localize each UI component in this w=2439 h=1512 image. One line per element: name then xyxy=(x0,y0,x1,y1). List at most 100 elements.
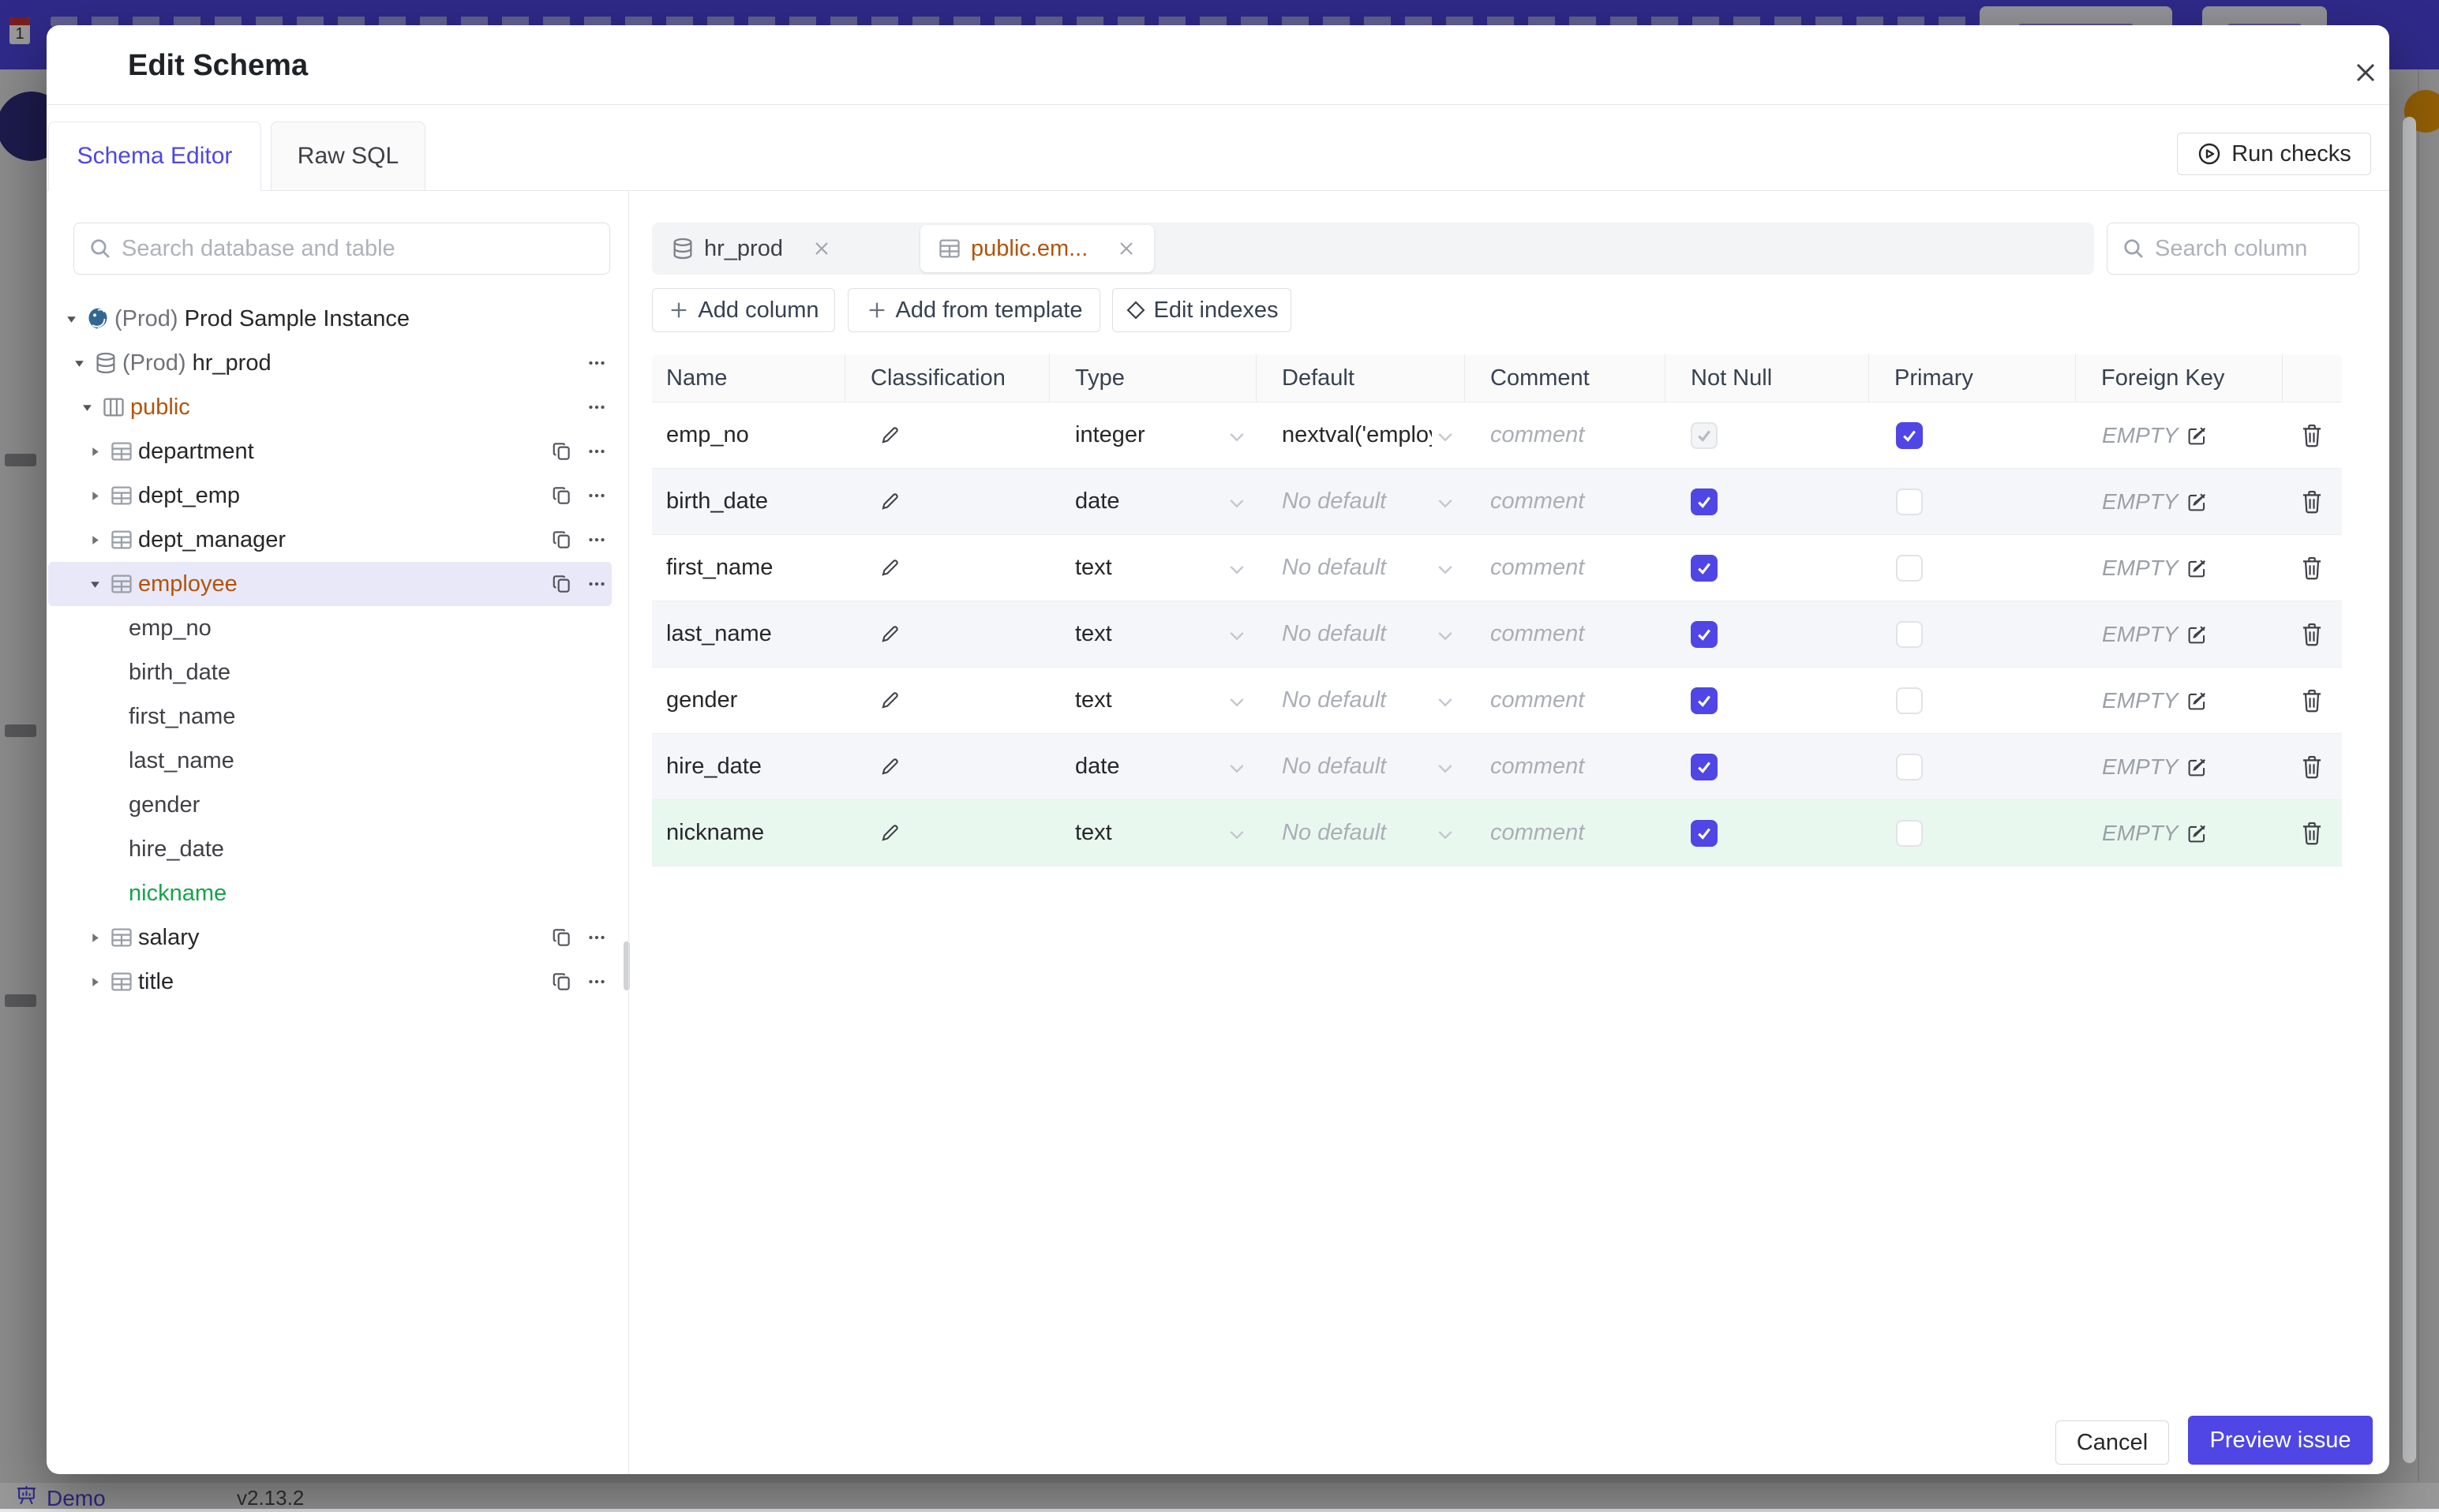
tree-item-hr_prod[interactable]: (Prod) hr_prod xyxy=(47,341,628,385)
delete-row-icon[interactable] xyxy=(2300,821,2324,846)
classification-edit-icon[interactable] xyxy=(878,821,901,845)
primary-checkbox[interactable] xyxy=(1896,555,1923,582)
tree-item-Prod Sample Instance[interactable]: (Prod) Prod Sample Instance xyxy=(47,297,628,341)
comment-field[interactable]: comment xyxy=(1465,601,1665,667)
close-icon[interactable] xyxy=(2348,55,2383,90)
more-actions-icon[interactable] xyxy=(586,396,608,418)
tree-item-title[interactable]: title xyxy=(47,960,628,1004)
tree-item-dept_emp[interactable]: dept_emp xyxy=(47,473,628,518)
not-null-checkbox[interactable] xyxy=(1691,488,1718,515)
cancel-button[interactable]: Cancel xyxy=(2055,1420,2169,1465)
type-select[interactable]: text xyxy=(1050,668,1257,733)
add-from-template-button[interactable]: Add from template xyxy=(848,288,1100,332)
comment-field[interactable]: comment xyxy=(1465,535,1665,601)
primary-checkbox[interactable] xyxy=(1896,422,1923,449)
classification-edit-icon[interactable] xyxy=(878,490,901,514)
tree-search-input[interactable] xyxy=(122,236,609,262)
comment-field[interactable]: comment xyxy=(1465,469,1665,534)
caret-down-icon[interactable] xyxy=(66,313,86,325)
classification-edit-icon[interactable] xyxy=(878,424,901,447)
add-column-button[interactable]: Add column xyxy=(652,288,835,332)
edit-foreign-key-icon[interactable] xyxy=(2186,490,2209,514)
caret-right-icon[interactable] xyxy=(89,932,110,944)
comment-field[interactable]: comment xyxy=(1465,734,1665,799)
caret-right-icon[interactable] xyxy=(89,534,110,546)
tree-item-birth_date[interactable]: birth_date xyxy=(47,650,628,694)
delete-row-icon[interactable] xyxy=(2300,423,2324,448)
preview-issue-button[interactable]: Preview issue xyxy=(2188,1416,2373,1465)
tree-item-employee[interactable]: employee xyxy=(47,562,628,606)
not-null-checkbox[interactable] xyxy=(1691,621,1718,648)
tree-item-public[interactable]: public xyxy=(47,385,628,429)
tree-item-dept_manager[interactable]: dept_manager xyxy=(47,518,628,562)
column-search-input[interactable] xyxy=(2155,236,2358,262)
primary-checkbox[interactable] xyxy=(1896,621,1923,648)
run-checks-button[interactable]: Run checks xyxy=(2177,133,2371,175)
not-null-checkbox[interactable] xyxy=(1691,422,1718,449)
caret-down-icon[interactable] xyxy=(73,357,94,369)
tab-raw-sql[interactable]: Raw SQL xyxy=(271,122,425,191)
tree-item-department[interactable]: department xyxy=(47,429,628,473)
tree-item-salary[interactable]: salary xyxy=(47,915,628,960)
tree-item-last_name[interactable]: last_name xyxy=(47,739,628,783)
copy-icon[interactable] xyxy=(551,971,573,993)
edit-foreign-key-icon[interactable] xyxy=(2186,556,2209,580)
copy-icon[interactable] xyxy=(551,440,573,462)
type-select[interactable]: date xyxy=(1050,469,1257,534)
default-select[interactable]: No default xyxy=(1257,800,1465,866)
copy-icon[interactable] xyxy=(551,485,573,507)
classification-edit-icon[interactable] xyxy=(878,689,901,713)
tree-item-gender[interactable]: gender xyxy=(47,783,628,827)
comment-field[interactable]: comment xyxy=(1465,668,1665,733)
caret-down-icon[interactable] xyxy=(89,578,110,590)
caret-down-icon[interactable] xyxy=(81,402,102,414)
not-null-checkbox[interactable] xyxy=(1691,754,1718,780)
tree-item-first_name[interactable]: first_name xyxy=(47,694,628,739)
caret-right-icon[interactable] xyxy=(89,446,110,458)
more-actions-icon[interactable] xyxy=(586,971,608,993)
more-actions-icon[interactable] xyxy=(586,440,608,462)
tree-item-nickname[interactable]: nickname xyxy=(47,871,628,915)
not-null-checkbox[interactable] xyxy=(1691,555,1718,582)
copy-icon[interactable] xyxy=(551,926,573,949)
tree-item-hire_date[interactable]: hire_date xyxy=(47,827,628,871)
edit-foreign-key-icon[interactable] xyxy=(2186,755,2209,779)
primary-checkbox[interactable] xyxy=(1896,488,1923,515)
not-null-checkbox[interactable] xyxy=(1691,687,1718,714)
close-tab-icon[interactable] xyxy=(1116,238,1137,259)
tab-hr-prod[interactable]: hr_prod xyxy=(652,236,832,262)
type-select[interactable]: text xyxy=(1050,535,1257,601)
default-select[interactable]: No default xyxy=(1257,734,1465,799)
type-select[interactable]: text xyxy=(1050,800,1257,866)
primary-checkbox[interactable] xyxy=(1896,687,1923,714)
tree-item-emp_no[interactable]: emp_no xyxy=(47,606,628,650)
comment-field[interactable]: comment xyxy=(1465,402,1665,468)
delete-row-icon[interactable] xyxy=(2300,688,2324,713)
edit-foreign-key-icon[interactable] xyxy=(2186,424,2209,447)
edit-foreign-key-icon[interactable] xyxy=(2186,689,2209,713)
more-actions-icon[interactable] xyxy=(586,573,608,595)
classification-edit-icon[interactable] xyxy=(878,556,901,580)
more-actions-icon[interactable] xyxy=(586,529,608,551)
more-actions-icon[interactable] xyxy=(586,926,608,949)
classification-edit-icon[interactable] xyxy=(878,623,901,646)
edit-foreign-key-icon[interactable] xyxy=(2186,623,2209,646)
tab-schema-editor[interactable]: Schema Editor xyxy=(48,122,261,191)
delete-row-icon[interactable] xyxy=(2300,489,2324,515)
type-select[interactable]: text xyxy=(1050,601,1257,667)
delete-row-icon[interactable] xyxy=(2300,556,2324,581)
copy-icon[interactable] xyxy=(551,529,573,551)
delete-row-icon[interactable] xyxy=(2300,622,2324,647)
comment-field[interactable]: comment xyxy=(1465,800,1665,866)
edit-indexes-button[interactable]: Edit indexes xyxy=(1112,288,1291,332)
classification-edit-icon[interactable] xyxy=(878,755,901,779)
default-select[interactable]: nextval('employ xyxy=(1257,402,1465,468)
copy-icon[interactable] xyxy=(551,573,573,595)
type-select[interactable]: date xyxy=(1050,734,1257,799)
primary-checkbox[interactable] xyxy=(1896,820,1923,847)
caret-right-icon[interactable] xyxy=(89,490,110,502)
more-actions-icon[interactable] xyxy=(586,485,608,507)
close-tab-icon[interactable] xyxy=(811,238,832,259)
not-null-checkbox[interactable] xyxy=(1691,820,1718,847)
panel-divider[interactable] xyxy=(628,190,629,1474)
